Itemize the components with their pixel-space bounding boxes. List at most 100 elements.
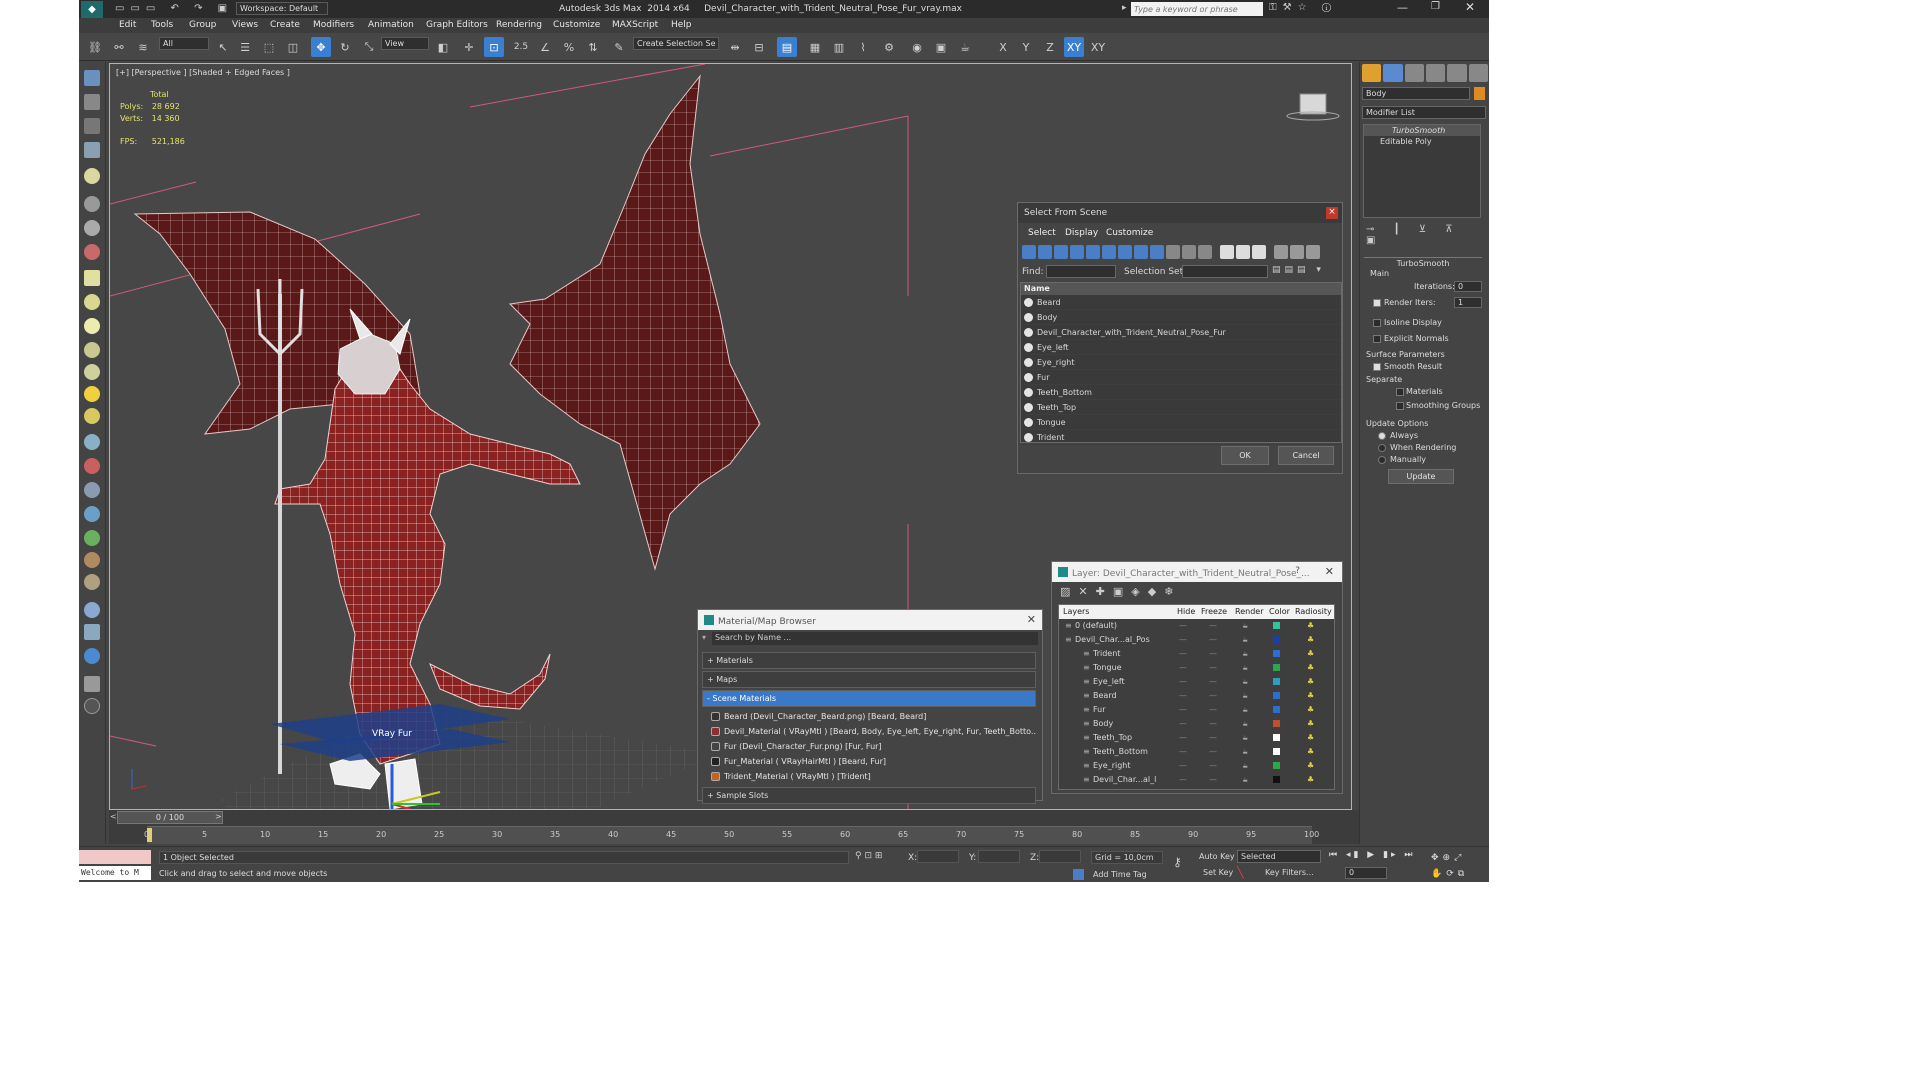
- add-time-tag-icon[interactable]: [1073, 869, 1084, 880]
- selection-filter-dropdown[interactable]: All: [159, 37, 209, 50]
- hair-icon[interactable]: [84, 552, 100, 568]
- menu-edit[interactable]: Edit: [119, 20, 136, 30]
- highlight-icon[interactable]: ◈: [1131, 585, 1147, 598]
- utility-icon[interactable]: [84, 676, 100, 692]
- scene-object-row[interactable]: Eye_left: [1021, 340, 1341, 355]
- render-teapot-icon[interactable]: ☕: [1242, 619, 1248, 633]
- app-logo[interactable]: ◆: [81, 1, 103, 18]
- iterations-spinner[interactable]: 0: [1454, 281, 1482, 292]
- axis-x[interactable]: X: [993, 37, 1013, 57]
- tool-icon-2[interactable]: [84, 94, 100, 110]
- tool-icon-5[interactable]: [84, 168, 100, 184]
- render-icon[interactable]: [84, 602, 100, 618]
- unlink-icon[interactable]: ⚯: [109, 37, 129, 57]
- col-radiosity[interactable]: Radiosity: [1295, 605, 1332, 618]
- sphere-icon[interactable]: [84, 318, 100, 334]
- radiosity-icon[interactable]: ♣: [1307, 675, 1314, 689]
- filter-none-icon[interactable]: [1182, 245, 1196, 259]
- scene-object-row[interactable]: Beard: [1021, 295, 1341, 310]
- workspace-dropdown[interactable]: Workspace: Default: [236, 2, 328, 15]
- menu-help[interactable]: Help: [671, 20, 692, 30]
- hide-toggle[interactable]: —: [1179, 731, 1187, 745]
- freeze-toggle[interactable]: —: [1209, 689, 1217, 703]
- hide-toggle[interactable]: —: [1179, 675, 1187, 689]
- tool-icon-3[interactable]: [84, 118, 100, 134]
- plant-icon[interactable]: [84, 530, 100, 546]
- scene-object-row[interactable]: Teeth_Top: [1021, 400, 1341, 415]
- filter-spacewarps-icon[interactable]: [1102, 245, 1116, 259]
- freeze-toggle[interactable]: —: [1209, 633, 1217, 647]
- menu-maxscript[interactable]: MAXScript: [612, 20, 658, 30]
- ok-button[interactable]: OK: [1221, 446, 1269, 465]
- always-radio[interactable]: [1378, 432, 1386, 440]
- freeze-toggle[interactable]: —: [1209, 703, 1217, 717]
- edit-named-selection-icon[interactable]: ✎: [609, 37, 629, 57]
- scene-object-row[interactable]: Teeth_Bottom: [1021, 385, 1341, 400]
- menu-views[interactable]: Views: [232, 20, 258, 30]
- material-editor-icon[interactable]: ◉: [907, 37, 927, 57]
- menu-modifiers[interactable]: Modifiers: [313, 20, 354, 30]
- scene-object-row[interactable]: Eye_right: [1021, 355, 1341, 370]
- radiosity-icon[interactable]: ♣: [1307, 717, 1314, 731]
- display-children-icon[interactable]: [1220, 245, 1234, 259]
- viewcube[interactable]: [1290, 84, 1340, 124]
- select-object-icon[interactable]: ↖: [213, 37, 233, 57]
- light-icon[interactable]: [84, 386, 100, 402]
- stack-tools[interactable]: ⊸ ┃ ⊻ ⊼ ▣: [1366, 224, 1489, 246]
- scene-material-item[interactable]: Fur (Devil_Character_Fur.png) [Fur, Fur]: [708, 739, 1036, 754]
- axis-cycle-icon[interactable]: XY: [1088, 37, 1108, 57]
- layer-color-swatch[interactable]: [1273, 678, 1280, 685]
- key-filters-button[interactable]: Key Filters...: [1265, 868, 1314, 877]
- close-icon[interactable]: ×: [1326, 207, 1338, 219]
- find-input[interactable]: [1046, 265, 1116, 278]
- filter-groups-icon[interactable]: [1118, 245, 1132, 259]
- select-rotate-icon[interactable]: ↻: [335, 37, 355, 57]
- freeze-toggle[interactable]: —: [1209, 773, 1217, 787]
- menu-animation[interactable]: Animation: [368, 20, 414, 30]
- frame-field[interactable]: 0: [1345, 867, 1387, 879]
- turbosmooth-rollout-header[interactable]: TurboSmooth: [1364, 257, 1482, 268]
- hide-toggle[interactable]: —: [1179, 717, 1187, 731]
- filter-geometry-icon[interactable]: [1022, 245, 1036, 259]
- select-scale-icon[interactable]: ⤡: [359, 37, 379, 57]
- schematic-view-icon[interactable]: ⚙: [879, 37, 899, 57]
- layer-color-swatch[interactable]: [1273, 622, 1280, 629]
- selection-set-tools[interactable]: ▤▤▤ ▾: [1272, 265, 1325, 275]
- graphite-toolbox-icon[interactable]: ▥: [829, 37, 849, 57]
- hide-toggle[interactable]: —: [1179, 619, 1187, 633]
- time-slider-next[interactable]: >: [215, 812, 222, 821]
- angle-snap-icon[interactable]: ∠: [535, 37, 555, 57]
- display-tab-icon[interactable]: [1447, 64, 1467, 82]
- timeline[interactable]: 0 / 100 < > 0 5 10 15 20 25 30 35 40 45 50 55 60 65 70…: [109, 810, 1359, 844]
- sort-icon[interactable]: [1290, 245, 1304, 259]
- reference-coord-dropdown[interactable]: View: [381, 37, 429, 50]
- selection-set-dropdown[interactable]: [1182, 265, 1268, 278]
- layer-row[interactable]: ≡ 0 (default) — — ☕ ♣: [1059, 619, 1334, 633]
- render-iters-spinner[interactable]: 1: [1454, 297, 1482, 308]
- update-button[interactable]: Update: [1388, 469, 1454, 484]
- create-tab-icon[interactable]: [1362, 64, 1382, 82]
- geosphere-icon[interactable]: [84, 408, 100, 424]
- scene-object-row[interactable]: Tongue: [1021, 415, 1341, 430]
- manually-radio[interactable]: [1378, 456, 1386, 464]
- layer-color-swatch[interactable]: [1273, 748, 1280, 755]
- maximize-button[interactable]: ❐: [1431, 1, 1440, 12]
- freeze-all-icon[interactable]: ❄: [1164, 585, 1181, 598]
- render-teapot-icon[interactable]: ☕: [1242, 661, 1248, 675]
- filter-funnel-icon[interactable]: [1274, 245, 1288, 259]
- close-icon[interactable]: ✕: [1325, 565, 1334, 578]
- freeze-toggle[interactable]: —: [1209, 759, 1217, 773]
- axis-y[interactable]: Y: [1016, 37, 1036, 57]
- snaps-toggle-icon[interactable]: 2.5: [511, 37, 531, 57]
- menu-group[interactable]: Group: [189, 20, 216, 30]
- layer-row[interactable]: ≡ Beard — — ☕ ♣: [1059, 689, 1334, 703]
- render-setup-icon[interactable]: ▣: [931, 37, 951, 57]
- filter-invert-icon[interactable]: [1198, 245, 1212, 259]
- scene-object-row[interactable]: Body: [1021, 310, 1341, 325]
- radiosity-icon[interactable]: ♣: [1307, 619, 1314, 633]
- materials-checkbox[interactable]: [1396, 388, 1404, 396]
- scene-object-row[interactable]: Devil_Character_with_Trident_Neutral_Pos…: [1021, 325, 1341, 340]
- select-by-name-icon[interactable]: ☰: [235, 37, 255, 57]
- freeze-toggle[interactable]: —: [1209, 745, 1217, 759]
- modifier-list-dropdown[interactable]: Modifier List: [1362, 106, 1486, 119]
